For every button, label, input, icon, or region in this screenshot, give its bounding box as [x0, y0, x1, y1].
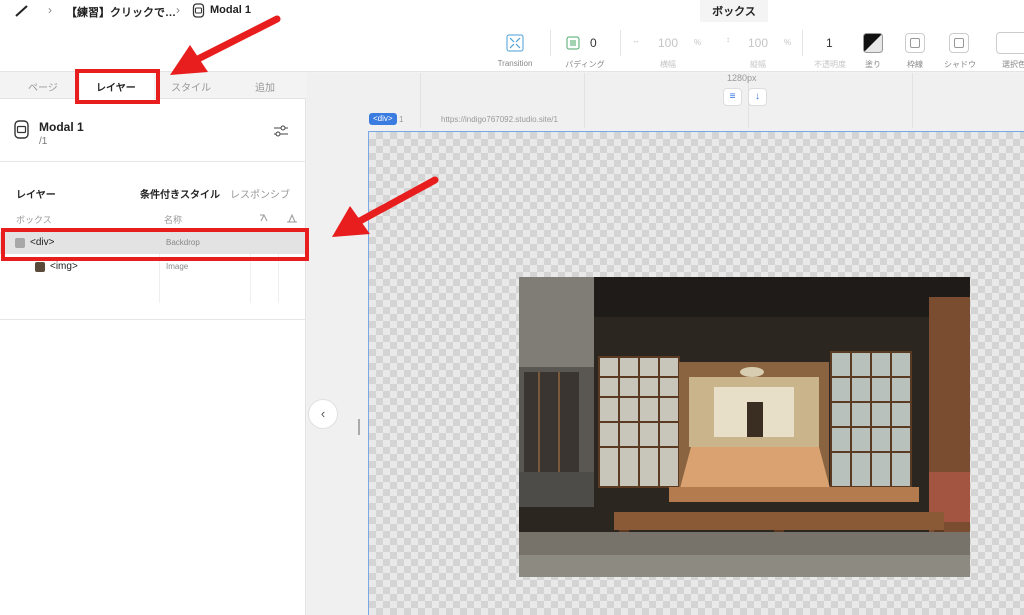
width-label: 横幅 — [660, 60, 676, 69]
responsive-tab[interactable]: レスポンシブ — [230, 186, 290, 201]
component-icon — [192, 3, 205, 18]
transition-control[interactable]: Transition — [492, 22, 538, 72]
context-tab-box[interactable]: ボックス — [700, 0, 768, 22]
divider — [620, 30, 621, 56]
highlight-div-row — [1, 228, 309, 261]
ruler-line — [420, 73, 421, 128]
transition-label: Transition — [497, 59, 533, 68]
shadow-label: シャドウ — [944, 60, 976, 69]
border-icon — [905, 33, 925, 53]
height-value: 100 — [748, 36, 769, 50]
divider — [0, 319, 306, 320]
height-unit: % — [784, 38, 792, 47]
arrow-down-icon[interactable]: ↓ — [748, 88, 767, 106]
top-bar: › 【練習】クリックで… › Modal 1 ボックス — [0, 0, 1024, 22]
resize-handle[interactable] — [358, 419, 360, 435]
width-arrows-icon: ↔ — [632, 36, 640, 45]
height-arrows-icon: ↕ — [726, 35, 730, 44]
breadcrumb-separator-icon: › — [48, 3, 52, 17]
settings-sliders-icon[interactable] — [273, 123, 289, 139]
border-control[interactable]: 枠線 — [900, 22, 930, 72]
divider — [550, 30, 551, 56]
selected-element-tag[interactable]: <div> — [369, 113, 397, 125]
room-photo[interactable] — [519, 277, 970, 577]
left-panel: ページ レイヤー スタイル 追加 Modal 1 /1 レイヤー 条件付きスタイ… — [0, 73, 306, 615]
selected-color-swatch — [996, 32, 1024, 54]
selected-color-control[interactable]: 選択色 — [994, 22, 1024, 72]
shadow-control[interactable]: シャドウ — [940, 22, 980, 72]
width-value: 100 — [658, 36, 679, 50]
opacity-control[interactable]: 1 不透明度 — [810, 22, 850, 72]
border-label: 枠線 — [907, 60, 923, 69]
site-url[interactable]: https://indigo767092.studio.site/1 — [441, 115, 558, 124]
breadcrumb-separator-icon: › — [176, 3, 180, 17]
height-label: 縦幅 — [750, 60, 766, 69]
width-unit: % — [694, 38, 702, 47]
layer-heading: レイヤー — [16, 190, 56, 201]
ruler-line — [912, 73, 913, 128]
padding-label: パディング — [565, 60, 605, 69]
component-icon — [14, 120, 29, 139]
align-icon[interactable]: ≡ — [723, 88, 742, 106]
image-icon — [35, 262, 45, 272]
ruler-line — [584, 73, 585, 128]
tab-style[interactable]: スタイル — [171, 79, 211, 94]
breadcrumb-component[interactable]: Modal 1 — [210, 4, 251, 16]
canvas-width-label: 1280px — [727, 73, 757, 83]
shadow-icon — [949, 33, 969, 53]
condition-icon — [260, 214, 268, 222]
column-header-name: 名称 — [164, 215, 183, 225]
padding-value: 0 — [590, 36, 597, 50]
breadcrumb-project[interactable]: 【練習】クリックで… — [66, 4, 176, 20]
fill-label: 塗り — [865, 60, 881, 69]
layer-tag: <img> — [50, 261, 78, 272]
layer-name: Image — [166, 262, 189, 271]
opacity-label: 不透明度 — [814, 60, 846, 69]
page-number: 1 — [399, 115, 404, 124]
tab-page[interactable]: ページ — [28, 79, 58, 94]
column-header-box: ボックス — [16, 215, 52, 225]
conditional-style-tab[interactable]: 条件付きスタイル — [140, 186, 220, 201]
property-toolbar: Transition 0 パディング ↔ 100 % 横幅 ↕ 100 % 縦幅… — [0, 22, 1024, 72]
height-control[interactable]: ↕ 100 % 縦幅 — [720, 22, 796, 72]
padding-icon — [566, 36, 580, 50]
fill-swatch-icon — [863, 33, 883, 53]
opacity-value: 1 — [826, 36, 833, 50]
pen-icon[interactable] — [14, 4, 30, 18]
chevron-left-icon[interactable]: ‹ — [308, 399, 338, 429]
responsive-icon — [287, 213, 297, 223]
transition-icon — [506, 34, 524, 52]
selected-color-label: 選択色 — [1002, 60, 1024, 69]
padding-control[interactable]: 0 パディング — [562, 22, 608, 72]
component-header: Modal 1 /1 — [0, 100, 306, 162]
width-control[interactable]: ↔ 100 % 横幅 — [630, 22, 706, 72]
tab-add[interactable]: 追加 — [255, 79, 275, 94]
divider — [802, 30, 803, 56]
component-path: /1 — [39, 136, 48, 147]
highlight-layer-tab — [75, 69, 160, 104]
fill-control[interactable]: 塗り — [858, 22, 888, 72]
component-title: Modal 1 — [39, 120, 84, 134]
